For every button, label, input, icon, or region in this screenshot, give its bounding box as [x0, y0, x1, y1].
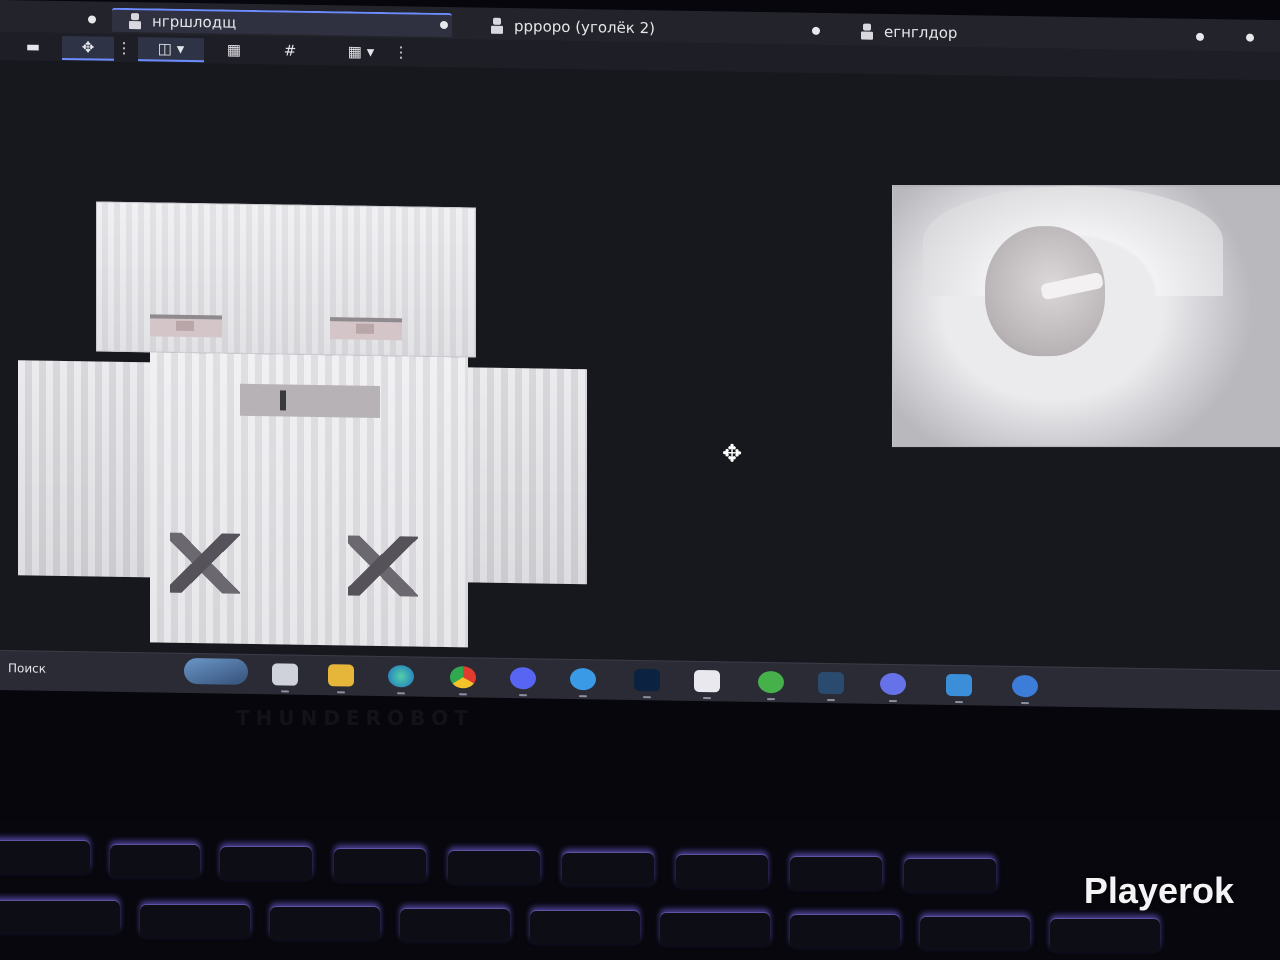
keyboard-key	[790, 856, 882, 890]
playerok-watermark: Playerok	[1083, 870, 1234, 911]
edge-icon[interactable]	[388, 665, 414, 688]
skin-eye-right	[330, 317, 402, 341]
keyboard-key	[400, 908, 510, 942]
skin-arm-right	[452, 367, 587, 585]
tab-close-dot[interactable]	[1196, 32, 1204, 41]
person-icon	[490, 18, 504, 34]
search-label: Поиск	[8, 661, 47, 676]
separator: ⋮	[116, 38, 132, 58]
launcher-icon[interactable]	[758, 670, 784, 694]
keyboard-key	[790, 914, 900, 948]
hash-grid-icon[interactable]: #	[276, 39, 304, 61]
keyboard-key	[676, 854, 768, 888]
keyboard-key	[562, 852, 654, 886]
person-icon	[860, 24, 874, 40]
skin-bow-left	[170, 532, 240, 594]
discord-icon[interactable]	[510, 667, 536, 690]
tab-egngldor[interactable]: егнглдор	[860, 20, 957, 46]
keyboard-key	[334, 848, 426, 882]
keyboard-key	[220, 846, 312, 880]
model-viewport[interactable]: ✥	[0, 60, 1280, 671]
screenshot-icon[interactable]	[946, 673, 972, 697]
telegram-icon[interactable]	[570, 667, 596, 691]
reference-photo	[892, 185, 1280, 448]
discord-alt-icon[interactable]	[880, 672, 906, 696]
notification-icon[interactable]	[1012, 674, 1038, 698]
keyboard-key	[920, 916, 1030, 950]
laptop-brand-logo: THUNDEROBOT	[236, 706, 474, 730]
split-view-icon[interactable]: ◫ ▾	[138, 37, 204, 63]
steam-icon[interactable]	[818, 671, 844, 695]
keyboard-key	[904, 858, 996, 892]
keyboard-key	[530, 910, 640, 944]
file-explorer-icon[interactable]	[272, 663, 298, 686]
taskbar-search[interactable]: Поиск	[0, 655, 180, 684]
chrome-icon[interactable]	[450, 666, 476, 689]
folder-icon[interactable]	[328, 664, 354, 687]
skin-eye-left	[150, 314, 222, 338]
calendar-icon[interactable]	[694, 669, 720, 693]
tab-label: нгршлодщ	[152, 12, 237, 32]
monitor-screen: нгршлодщ ррроро (уголёк 2) егнглдор ▬ ✥ …	[0, 0, 1280, 711]
keyboard-key	[140, 904, 250, 938]
keyboard-key	[1050, 918, 1160, 952]
move-cursor-icon: ✥	[721, 439, 743, 468]
tab-rrroro[interactable]: ррроро (уголёк 2)	[490, 14, 655, 41]
person-icon	[128, 13, 142, 29]
tab-label: ррроро (уголёк 2)	[514, 17, 656, 38]
tab-label: егнглдор	[884, 22, 958, 43]
panels-icon[interactable]: ▦ ▾	[330, 40, 392, 63]
layout-icon[interactable]: ▬	[20, 35, 46, 57]
keyboard-key	[0, 900, 120, 934]
tab-ngrshlodshch[interactable]: нгршлодщ	[112, 7, 452, 38]
tab-dot	[88, 15, 96, 24]
keyboard-key	[0, 840, 90, 874]
skin-bow-right	[348, 535, 418, 597]
tab-close-dot[interactable]	[1246, 33, 1254, 42]
skin-collar	[240, 383, 380, 418]
separator: ⋮	[393, 43, 409, 62]
keyboard-key	[110, 844, 200, 878]
weather-widget-icon[interactable]	[184, 657, 248, 685]
tab-close-dot[interactable]	[812, 26, 820, 35]
move-icon[interactable]: ✥	[62, 35, 114, 61]
keyboard-key	[270, 906, 380, 940]
photoshop-icon[interactable]	[634, 668, 660, 692]
grid-icon[interactable]: ▦	[220, 38, 248, 60]
tab-close-dot[interactable]	[440, 20, 448, 30]
keyboard-key	[448, 850, 540, 884]
keyboard-key	[660, 912, 770, 946]
skin-arm-left	[18, 360, 153, 578]
